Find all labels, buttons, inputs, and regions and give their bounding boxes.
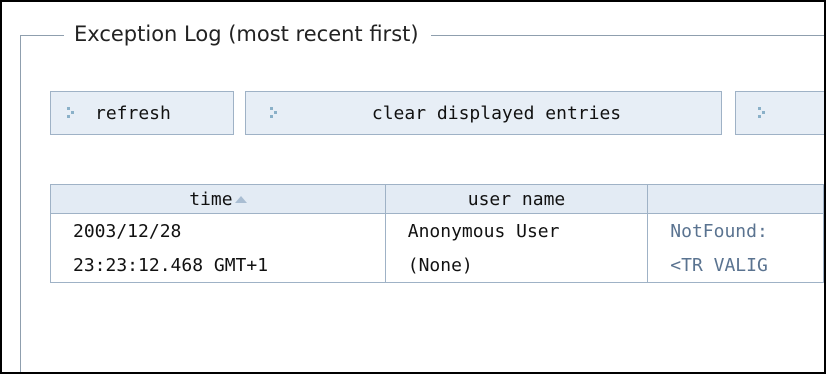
exception-log-table: time user name 2003/12/28 Anonymous User… — [50, 184, 824, 283]
window-frame: Exception Log (most recent first) refres… — [0, 0, 826, 374]
bullet-arrow-icon — [758, 107, 765, 118]
clear-label: clear displayed entries — [371, 102, 622, 124]
column-header-time[interactable]: time — [50, 184, 386, 214]
table-row: 2003/12/28 Anonymous User NotFound: — [50, 213, 824, 248]
cell-time: 2003/12/28 — [50, 213, 386, 248]
refresh-button[interactable]: refresh — [50, 91, 234, 135]
cell-message: NotFound: — [647, 213, 824, 248]
table-header-row: time user name — [50, 184, 824, 214]
cell-message: <TR VALIG — [647, 248, 824, 283]
third-action-button[interactable] — [735, 91, 824, 135]
cell-user-name: Anonymous User — [384, 213, 649, 248]
refresh-label: refresh — [95, 102, 171, 124]
table-row: 23:23:12.468 GMT+1 (None) <TR VALIG — [50, 248, 824, 283]
column-header-user-name[interactable]: user name — [384, 184, 649, 214]
clear-displayed-entries-button[interactable]: clear displayed entries — [245, 91, 722, 135]
bullet-arrow-icon — [67, 107, 74, 118]
column-header-message[interactable] — [647, 184, 824, 214]
column-header-time-label: time — [189, 188, 233, 210]
cell-user-name: (None) — [384, 248, 649, 283]
cell-time: 23:23:12.468 GMT+1 — [50, 248, 386, 283]
panel-legend: Exception Log (most recent first) — [64, 12, 431, 56]
sort-ascending-icon — [234, 195, 247, 203]
